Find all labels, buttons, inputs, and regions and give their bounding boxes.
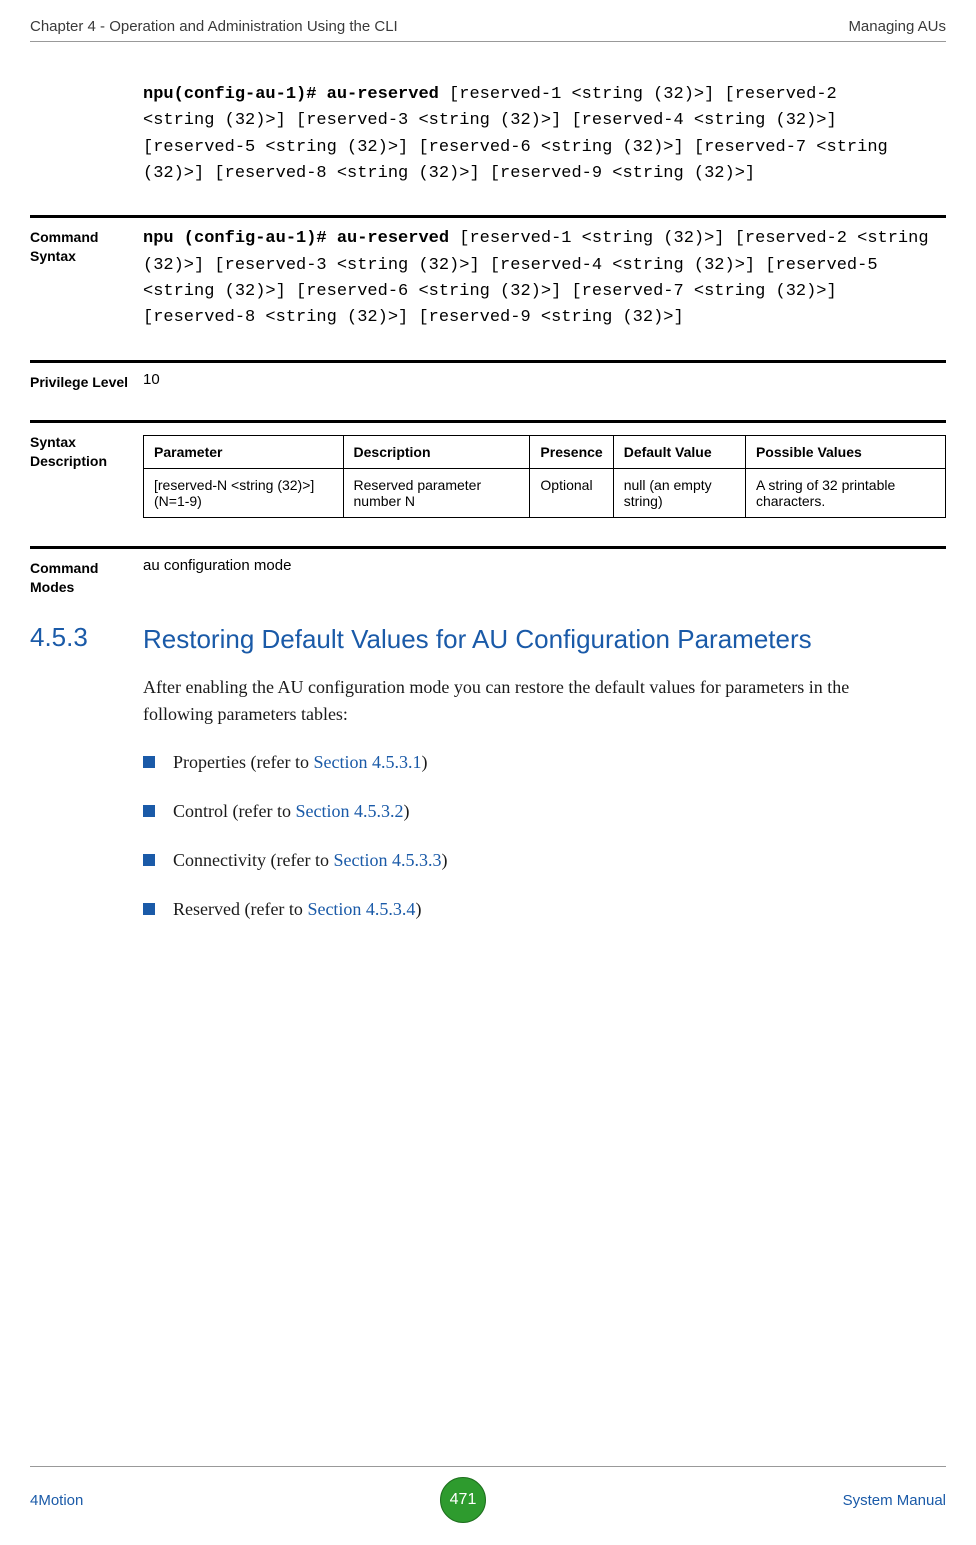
command-syntax-block: Command Syntax npu (config-au-1)# au-res… — [30, 215, 946, 331]
privilege-level-block: Privilege Level 10 — [30, 360, 946, 392]
section-list: Properties (refer to Section 4.5.3.1) Co… — [143, 749, 916, 923]
section-number: 4.5.3 — [30, 622, 143, 653]
section-heading: 4.5.3 Restoring Default Values for AU Co… — [30, 622, 946, 657]
page-number-badge: 471 — [440, 1477, 486, 1523]
command-modes-value: au configuration mode — [143, 557, 946, 574]
td-default: null (an empty string) — [613, 468, 745, 517]
list-text: Properties (refer to — [173, 752, 313, 772]
td-parameter: [reserved-N <string (32)>] (N=1-9) — [144, 468, 344, 517]
command-modes-block: Command Modes au configuration mode — [30, 546, 946, 597]
th-default: Default Value — [613, 435, 745, 468]
th-presence: Presence — [530, 435, 613, 468]
header-left: Chapter 4 - Operation and Administration… — [30, 18, 398, 35]
command-syntax-label: Command Syntax — [30, 226, 143, 266]
syntax-description-body: Parameter Description Presence Default V… — [143, 431, 946, 518]
syntax-description-label: Syntax Description — [30, 431, 143, 471]
table-row: [reserved-N <string (32)>] (N=1-9) Reser… — [144, 468, 946, 517]
list-text: Control (refer to — [173, 801, 295, 821]
command-syntax-prefix: npu (config-au-1)# au-reserved — [143, 229, 449, 248]
footer-right: System Manual — [843, 1492, 946, 1509]
list-item: Connectivity (refer to Section 4.5.3.3) — [143, 847, 916, 874]
section-intro: After enabling the AU configuration mode… — [143, 674, 916, 730]
section-link[interactable]: Section 4.5.3.2 — [295, 801, 403, 821]
section-body: After enabling the AU configuration mode… — [143, 674, 916, 924]
list-item: Properties (refer to Section 4.5.3.1) — [143, 749, 916, 776]
header-right: Managing AUs — [848, 18, 946, 35]
list-text: Reserved (refer to — [173, 899, 307, 919]
list-suffix: ) — [403, 801, 409, 821]
example-command: npu(config-au-1)# au-reserved [reserved-… — [143, 82, 916, 187]
list-suffix: ) — [415, 899, 421, 919]
section-title: Restoring Default Values for AU Configur… — [143, 622, 946, 657]
section-link[interactable]: Section 4.5.3.3 — [333, 850, 441, 870]
example-command-prefix: npu(config-au-1)# au-reserved — [143, 85, 439, 104]
th-possible: Possible Values — [745, 435, 945, 468]
syntax-description-block: Syntax Description Parameter Description… — [30, 420, 946, 518]
td-possible: A string of 32 printable characters. — [745, 468, 945, 517]
list-text: Connectivity (refer to — [173, 850, 333, 870]
list-item: Reserved (refer to Section 4.5.3.4) — [143, 896, 916, 923]
privilege-label: Privilege Level — [30, 371, 143, 392]
th-parameter: Parameter — [144, 435, 344, 468]
td-description: Reserved parameter number N — [343, 468, 530, 517]
page-footer: 4Motion 471 System Manual — [30, 1466, 946, 1523]
section-link[interactable]: Section 4.5.3.4 — [307, 899, 415, 919]
example-command-block: npu(config-au-1)# au-reserved [reserved-… — [143, 82, 916, 187]
params-table: Parameter Description Presence Default V… — [143, 435, 946, 518]
th-description: Description — [343, 435, 530, 468]
page-header: Chapter 4 - Operation and Administration… — [30, 18, 946, 42]
footer-left: 4Motion — [30, 1492, 83, 1509]
privilege-value: 10 — [143, 371, 946, 388]
td-presence: Optional — [530, 468, 613, 517]
list-suffix: ) — [441, 850, 447, 870]
command-syntax-body: npu (config-au-1)# au-reserved [reserved… — [143, 226, 946, 331]
command-modes-label: Command Modes — [30, 557, 143, 597]
list-suffix: ) — [421, 752, 427, 772]
section-link[interactable]: Section 4.5.3.1 — [313, 752, 421, 772]
table-header-row: Parameter Description Presence Default V… — [144, 435, 946, 468]
list-item: Control (refer to Section 4.5.3.2) — [143, 798, 916, 825]
